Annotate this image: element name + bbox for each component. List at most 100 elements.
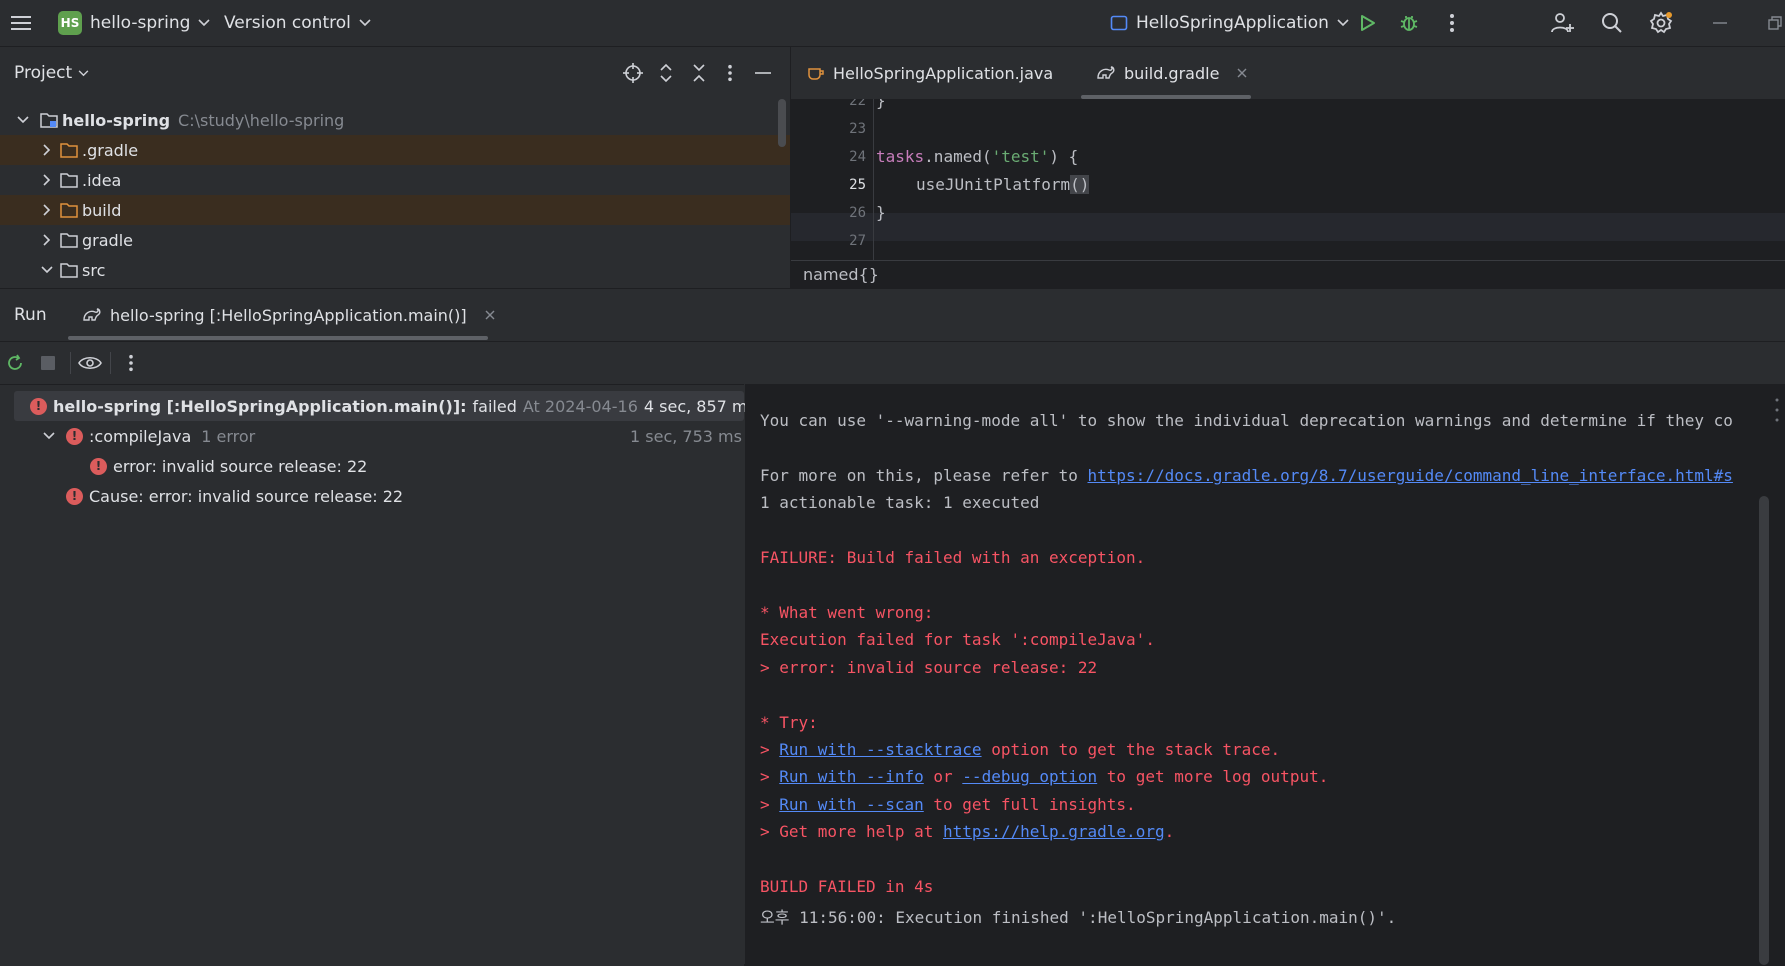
title-bar: HS hello-spring Version control HelloSpr… <box>0 0 1785 47</box>
active-tab-indicator <box>68 336 488 340</box>
tab-run-hello-spring[interactable]: hello-spring [:HelloSpringApplication.ma… <box>82 289 495 341</box>
more-actions-icon[interactable] <box>116 348 146 378</box>
chevron-down-icon <box>1337 19 1349 27</box>
project-scrollbar[interactable] <box>778 99 786 147</box>
task-error-count: 1 error <box>201 426 256 446</box>
tree-item-gradle-cache[interactable]: .gradle <box>0 135 790 165</box>
tree-root-hello-spring[interactable]: hello-spring C:\study\hello-spring <box>0 105 790 135</box>
tree-item-label: build <box>82 200 122 220</box>
expand-all-icon[interactable] <box>651 58 681 88</box>
run-config-name: HelloSpringApplication <box>1136 13 1329 33</box>
run-config-selector[interactable]: HelloSpringApplication <box>1110 0 1349 46</box>
console-line: > Get more help at https://help.gradle.o… <box>760 822 1174 841</box>
console-scrollbar[interactable] <box>1759 496 1769 965</box>
code-token: () <box>1070 175 1090 194</box>
gradle-icon <box>1097 66 1115 79</box>
tab-label: HelloSpringApplication.java <box>833 63 1054 83</box>
gradle-docs-link[interactable]: https://docs.gradle.org/8.7/userguide/co… <box>1088 466 1733 485</box>
tree-item-build[interactable]: build <box>0 195 790 225</box>
chevron-down-icon <box>43 432 55 440</box>
build-root-name: hello-spring [:HelloSpringApplication.ma… <box>53 396 467 416</box>
console-line: BUILD FAILED in 4s <box>760 877 934 896</box>
chevron-right-icon <box>43 144 51 156</box>
tree-item-idea[interactable]: .idea <box>0 165 790 195</box>
folder-icon <box>60 173 78 188</box>
console-text: > <box>760 795 780 814</box>
minimize-icon[interactable] <box>1705 8 1735 38</box>
tree-item-label: .gradle <box>82 140 139 160</box>
view-options-icon[interactable] <box>75 348 105 378</box>
console-line: * Try: <box>760 713 818 732</box>
debug-link[interactable]: --debug option <box>962 767 1097 786</box>
hide-panel-icon[interactable] <box>748 58 778 88</box>
console-line: > Run with --scan to get full insights. <box>760 795 1136 814</box>
console-line: Execution failed for task ':compileJava'… <box>760 630 1155 649</box>
project-view-selector[interactable]: Project <box>14 63 89 83</box>
code-token: ) { <box>1049 147 1079 166</box>
console-output[interactable]: You can use '--warning-mode all' to show… <box>745 384 1785 965</box>
main-menu-icon[interactable] <box>6 8 36 38</box>
scan-link[interactable]: Run with --scan <box>779 795 924 814</box>
gradle-icon <box>83 308 101 321</box>
collapse-all-icon[interactable] <box>684 58 714 88</box>
toolbar-separator <box>110 352 111 374</box>
console-line: > Run with --stacktrace option to get th… <box>760 740 1280 759</box>
build-tree: ! hello-spring [:HelloSpringApplication.… <box>0 384 756 966</box>
restore-icon[interactable] <box>1760 8 1785 38</box>
build-root-duration: 4 sec, 857 ms <box>643 396 756 416</box>
rerun-icon[interactable] <box>0 348 30 378</box>
error-row[interactable]: ! error: invalid source release: 22 <box>0 451 744 481</box>
folder-icon <box>60 263 78 278</box>
info-link[interactable]: Run with --info <box>779 767 924 786</box>
build-root-status: failed <box>472 396 517 416</box>
close-icon[interactable] <box>485 310 495 320</box>
settings-icon[interactable] <box>1646 8 1676 38</box>
tab-build-gradle[interactable]: build.gradle <box>1096 47 1247 99</box>
stacktrace-link[interactable]: Run with --stacktrace <box>779 740 981 759</box>
console-text: . <box>1164 822 1175 841</box>
breadcrumb[interactable]: named{} <box>803 265 879 284</box>
error-icon: ! <box>66 427 83 445</box>
options-icon[interactable] <box>715 58 745 88</box>
gutter-line-number: 22 <box>849 99 866 109</box>
chevron-right-icon <box>43 204 51 216</box>
debug-icon[interactable] <box>1394 8 1424 38</box>
run-icon[interactable] <box>1352 8 1382 38</box>
tree-item-gradle[interactable]: gradle <box>0 225 790 255</box>
code-token: 'test' <box>991 147 1050 166</box>
run-panel-title: Run <box>14 305 47 325</box>
current-line-highlight <box>791 213 1785 241</box>
tree-item-src[interactable]: src <box>0 255 790 285</box>
console-text: to get more log output. <box>1097 767 1329 786</box>
project-switcher[interactable]: HS hello-spring <box>58 0 211 46</box>
chevron-down-icon <box>78 69 89 76</box>
console-line: For more on this, please refer to https:… <box>760 466 1733 485</box>
cause-row[interactable]: ! Cause: error: invalid source release: … <box>0 481 744 511</box>
close-icon[interactable] <box>1237 68 1247 78</box>
stop-icon[interactable] <box>33 348 63 378</box>
tree-item-label: gradle <box>82 230 133 250</box>
project-badge: HS <box>58 11 82 35</box>
gutter-line-number: 24 <box>849 149 866 165</box>
gradle-help-link[interactable]: https://help.gradle.org <box>943 822 1165 841</box>
gutter-line-number: 26 <box>849 205 866 221</box>
vcs-menu[interactable]: Version control <box>224 0 371 46</box>
build-root-row[interactable]: ! hello-spring [:HelloSpringApplication.… <box>14 391 756 421</box>
add-user-icon[interactable] <box>1548 8 1578 38</box>
tree-root-name: hello-spring <box>62 110 171 130</box>
locate-icon[interactable] <box>618 58 648 88</box>
chevron-down-icon <box>41 266 53 274</box>
gutter-line-number: 27 <box>849 233 866 249</box>
tree-item-label: src <box>82 260 106 280</box>
error-icon: ! <box>30 397 47 415</box>
toolbar-separator <box>70 352 71 374</box>
tab-label: hello-spring [:HelloSpringApplication.ma… <box>110 305 467 325</box>
more-actions-icon[interactable] <box>1437 8 1467 38</box>
code-token: useJUnitPlatform <box>916 175 1071 194</box>
project-panel: Project hello-spring C:\study\hello-spri… <box>0 47 790 288</box>
project-panel-title: Project <box>14 63 73 83</box>
task-row-compile-java[interactable]: ! :compileJava 1 error 1 sec, 753 ms <box>0 421 744 451</box>
search-icon[interactable] <box>1597 8 1627 38</box>
tab-hello-spring-application-java[interactable]: HelloSpringApplication.java <box>807 47 1053 99</box>
console-text: > <box>760 767 780 786</box>
